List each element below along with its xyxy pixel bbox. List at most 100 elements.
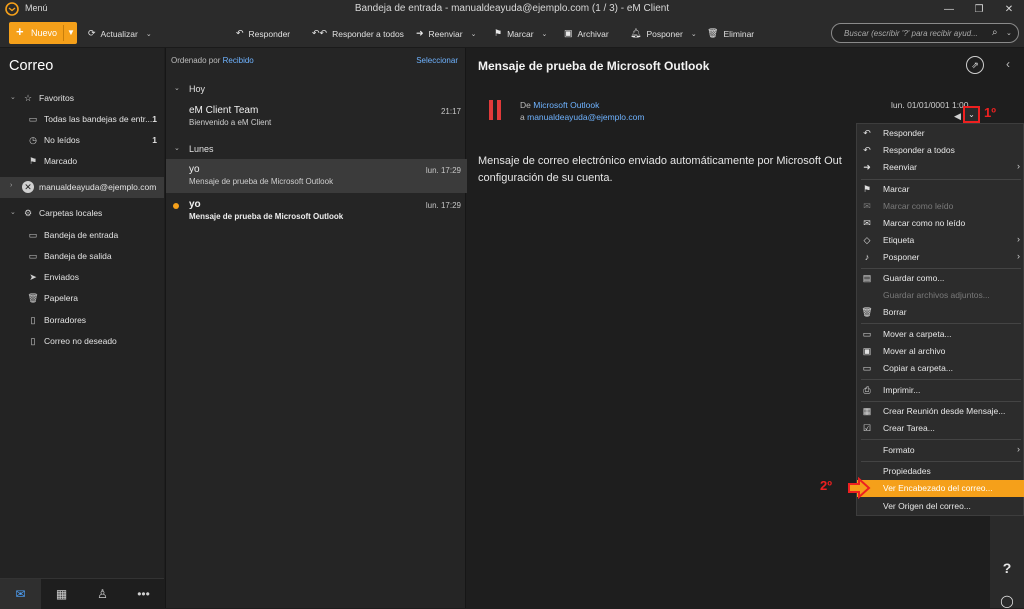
flag-button[interactable]: ⚑ Marcar ⌄ [494, 28, 547, 39]
menu-item-create-meeting[interactable]: ▦ Crear Reunión desde Mensaje... [857, 403, 1024, 420]
archive-icon: ▣ [564, 28, 573, 38]
group-header-monday[interactable]: ⌄ Lunes [166, 140, 467, 158]
minimize-icon[interactable]: — [934, 0, 964, 18]
menu-item-label: Mover a carpeta... [883, 329, 952, 339]
new-button-label: Nuevo [31, 28, 58, 38]
local-folders-header[interactable]: ⌄ ⚙ Carpetas locales [0, 203, 164, 224]
trash-icon: 🗑︎ [707, 28, 719, 38]
list-item[interactable]: yo Mensaje de prueba de Microsoft Outloo… [166, 194, 467, 228]
reply-arrow-icon[interactable]: ◀ [954, 111, 961, 122]
menu-item-format[interactable]: Formato › [857, 442, 1024, 459]
move-icon: ▭ [862, 329, 872, 339]
menu-item-mark-unread[interactable]: ✉ Marcar como no leído [857, 215, 1024, 232]
sidebar-item-inbox[interactable]: ▭ Bandeja de entrada [0, 225, 164, 246]
sidebar-item-outbox[interactable]: ▭ Bandeja de salida [0, 246, 164, 267]
inbox-icon: ▭ [28, 230, 38, 240]
menu-item-tag[interactable]: ◇ Etiqueta › [857, 232, 1024, 249]
sidebar-item-account[interactable]: › ✕ manualdeayuda@ejemplo.com [0, 177, 164, 198]
archive-label: Archivar [577, 28, 609, 39]
sidebar-item-flagged[interactable]: ⚑ Marcado [0, 151, 164, 172]
menu-item-label: Responder [883, 128, 925, 138]
mail-icon[interactable]: ✉ [0, 579, 41, 609]
unread-dot-icon [173, 203, 179, 209]
contacts-icon[interactable]: ♙ [82, 579, 123, 609]
menu-item-label: Marcar [883, 184, 910, 194]
avatar-bar [489, 100, 493, 120]
menu-item-move-to-archive[interactable]: ▣ Mover al archivo [857, 343, 1024, 360]
snooze-label: Posponer [646, 28, 683, 39]
search-input[interactable]: Buscar (escribir '?' para recibir ayud..… [831, 23, 1019, 43]
menu-item-forward[interactable]: ➜ Reenviar › [857, 159, 1024, 176]
chevron-right-icon: › [1017, 234, 1020, 244]
menu-item-label: Propiedades [883, 466, 931, 476]
chevron-down-icon: ⌄ [690, 30, 697, 38]
chevron-down-icon: ⌄ [10, 94, 16, 101]
menu-item-label: Crear Tarea... [883, 423, 935, 433]
sender-link[interactable]: Microsoft Outlook [533, 100, 599, 110]
menu-item-move-to-folder[interactable]: ▭ Mover a carpeta... [857, 326, 1024, 343]
calendar-icon[interactable]: ▦ [41, 579, 82, 609]
menu-item-properties[interactable]: Propiedades [857, 463, 1024, 480]
group-header-today[interactable]: ⌄ Hoy [166, 80, 467, 98]
message-actions-dropdown[interactable]: ⌄ [963, 106, 980, 123]
outbox-icon: ▭ [28, 251, 38, 261]
archive-button[interactable]: ▣ Archivar [564, 28, 609, 39]
menu-item-snooze[interactable]: ♪ Posponer › [857, 249, 1024, 266]
menu-item-delete[interactable]: 🗑︎ Borrar [857, 304, 1024, 321]
menu-item-create-task[interactable]: ☑ Crear Tarea... [857, 420, 1024, 437]
inbox-icon: ▭ [28, 114, 38, 124]
sort-prefix: Ordenado por [171, 56, 221, 65]
chevron-right-icon: › [1017, 161, 1020, 171]
menu-item-view-source[interactable]: Ver Origen del correo... [857, 498, 1024, 515]
sidebar-item-all-inboxes[interactable]: ▭ Todas las bandejas de entr... 1 [0, 109, 164, 130]
menu-item-copy-to-folder[interactable]: ▭ Copiar a carpeta... [857, 360, 1024, 377]
menu-item-label: Guardar como... [883, 273, 945, 283]
sidebar-item-unread[interactable]: ◷ No leídos 1 [0, 130, 164, 151]
sidebar-item-trash[interactable]: 🗑︎ Papelera [0, 288, 164, 309]
reply-button[interactable]: ↶ Responder [236, 28, 290, 39]
to-prefix: a [520, 112, 525, 122]
reply-all-button[interactable]: ↶↶ Responder a todos [312, 28, 404, 39]
forward-button[interactable]: ➜ Reenviar ⌄ [416, 28, 476, 39]
menu-item-save-as[interactable]: ▤ Guardar como... [857, 270, 1024, 287]
list-item[interactable]: eM Client Team Bienvenido a eM Client 21… [166, 100, 467, 134]
share-icon[interactable]: ⇗ [966, 56, 984, 74]
new-dropdown-icon[interactable]: ▼ [67, 28, 75, 37]
search-icon[interactable]: ⌕ [992, 27, 998, 38]
sidebar-item-junk[interactable]: ▯ Correo no deseado [0, 331, 164, 352]
pane-heading: Correo [9, 58, 54, 74]
snooze-button[interactable]: 🔔︎ Posponer ⌄ [630, 28, 697, 39]
select-link[interactable]: Seleccionar [416, 56, 458, 65]
more-icon[interactable]: ••• [123, 579, 164, 609]
favorites-header[interactable]: ⌄ ☆ Favoritos [0, 88, 164, 109]
close-icon[interactable]: ✕ [994, 0, 1024, 18]
menu-item-reply-all[interactable]: ↶ Responder a todos [857, 142, 1024, 159]
account-label: manualdeayuda@ejemplo.com [39, 182, 157, 192]
sidebar-item-sent[interactable]: ➤ Enviados [0, 267, 164, 288]
chevron-down-icon[interactable]: ⌄ [1006, 29, 1012, 37]
sidebar-item-label: Borradores [44, 315, 87, 325]
trash-icon: 🗑︎ [861, 307, 873, 317]
refresh-button[interactable]: ⟳ Actualizar ⌄ [88, 28, 152, 39]
chevron-down-icon: ⌄ [470, 30, 477, 38]
copy-folder-icon: ▭ [862, 363, 872, 373]
sort-field-link[interactable]: Recibido [223, 56, 254, 65]
recipient-link[interactable]: manualdeayuda@ejemplo.com [527, 112, 644, 122]
chevron-left-icon[interactable]: ‹ [1006, 57, 1010, 71]
menu-item-print[interactable]: ⎙ Imprimir... [857, 382, 1024, 399]
menu-item-reply[interactable]: ↶ Responder [857, 125, 1024, 142]
mark-read-icon: ✉ [863, 201, 871, 211]
menu-item-flag[interactable]: ⚑ Marcar [857, 181, 1024, 198]
help-icon[interactable]: ? [990, 560, 1024, 576]
delete-button[interactable]: 🗑︎ Eliminar [707, 28, 754, 39]
document-icon: ▯ [30, 315, 36, 325]
menu-item-view-header[interactable]: Ver Encabezado del correo... [857, 480, 1024, 497]
sidebar-item-label: Enviados [44, 272, 79, 282]
restore-icon[interactable]: ❐ [964, 0, 994, 18]
sidebar-item-drafts[interactable]: ▯ Borradores [0, 310, 164, 331]
message-sender: yo [189, 164, 200, 175]
chat-icon[interactable]: ◯ [990, 594, 1024, 608]
message-sender: eM Client Team [189, 105, 259, 116]
new-button[interactable]: + Nuevo ▼ [9, 22, 77, 44]
list-item[interactable]: yo Mensaje de prueba de Microsoft Outloo… [166, 159, 467, 193]
